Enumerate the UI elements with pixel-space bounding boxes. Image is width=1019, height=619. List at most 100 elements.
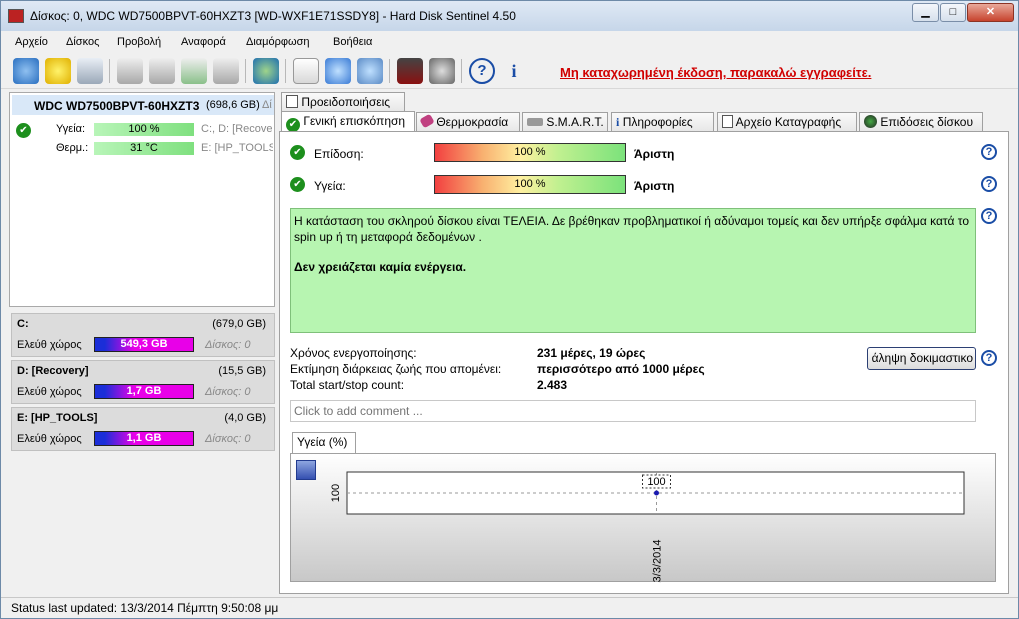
- refresh-icon[interactable]: [13, 58, 39, 84]
- free-space-bar: 549,3 GB: [94, 337, 194, 352]
- performance-bar: 100 %: [434, 143, 626, 162]
- temperature-label: Θερμ.:: [56, 142, 89, 154]
- probe-icon[interactable]: [213, 58, 239, 84]
- toolbar-separator: [285, 59, 286, 83]
- refresh-disk-icon[interactable]: [325, 58, 351, 84]
- test-button[interactable]: άληψη δοκιμαστικο: [867, 347, 976, 370]
- probe-icon[interactable]: [181, 58, 207, 84]
- temperature-bar: 31 °C: [94, 142, 194, 155]
- data-point: [654, 490, 659, 496]
- menu-help[interactable]: Βοήθεια: [333, 36, 372, 48]
- minimize-button[interactable]: ▁: [912, 3, 939, 22]
- tab-label: Υγεία (%): [297, 435, 348, 449]
- help-icon[interactable]: ?: [981, 350, 997, 366]
- toolbar: ? i Μη καταχωρημένη έκδοση, παρακαλώ εγγ…: [1, 55, 1018, 89]
- power-on-value: 231 μέρες, 19 ώρες: [537, 346, 646, 360]
- health-label: Υγεία:: [314, 179, 346, 193]
- volume-item[interactable]: D: [Recovery] (15,5 GB) Ελεύθ χώρος 1,7 …: [11, 360, 275, 404]
- health-label: Υγεία:: [56, 123, 86, 135]
- toolbar-separator: [109, 59, 110, 83]
- tab-label: Θερμοκρασία: [436, 115, 509, 129]
- tab-label: Επιδόσεις δίσκου: [880, 115, 974, 129]
- volume-item[interactable]: E: [HP_TOOLS] (4,0 GB) Ελεύθ χώρος 1,1 G…: [11, 407, 275, 451]
- volume-name: D: [Recovery]: [17, 365, 89, 377]
- speaker-icon[interactable]: [429, 58, 455, 84]
- menu-configuration[interactable]: Διαμόρφωση: [246, 36, 310, 48]
- tab-performance[interactable]: Επιδόσεις δίσκου: [859, 112, 983, 132]
- tab-label: Πληροφορίες: [622, 115, 693, 129]
- probe-icon[interactable]: [149, 58, 175, 84]
- unregistered-link[interactable]: Μη καταχωρημένη έκδοση, παρακαλώ εγγραφε…: [560, 65, 871, 80]
- monitor-icon[interactable]: [397, 58, 423, 84]
- volume-item[interactable]: C: (679,0 GB) Ελεύθ χώρος 549,3 GB Δίσκο…: [11, 313, 275, 357]
- title-bar: Δίσκος: 0, WDC WD7500BPVT-60HXZT3 [WD-WX…: [1, 1, 1018, 31]
- help-icon[interactable]: ?: [981, 208, 997, 224]
- document-icon: [722, 115, 733, 128]
- partitions-line-2: E: [HP_TOOLS: [201, 142, 273, 154]
- toolbar-separator: [245, 59, 246, 83]
- performance-rating: Άριστη: [634, 147, 675, 161]
- app-icon: [8, 9, 24, 23]
- health-rating: Άριστη: [634, 179, 675, 193]
- menu-disk[interactable]: Δίσκος: [66, 36, 99, 48]
- volume-size: (4,0 GB): [224, 412, 266, 424]
- help-icon[interactable]: ?: [469, 58, 495, 84]
- disk-icon[interactable]: [77, 58, 103, 84]
- tab-warnings[interactable]: Προειδοποιήσεις: [281, 92, 405, 112]
- health-bar: 100 %: [434, 175, 626, 194]
- network-icon[interactable]: [357, 58, 383, 84]
- document-icon[interactable]: [293, 58, 319, 84]
- status-bar: Status last updated: 13/3/2014 Πέμπτη 9:…: [1, 597, 1018, 618]
- lifetime-value: περισσότερο από 1000 μέρες: [537, 362, 705, 376]
- app-window: Δίσκος: 0, WDC WD7500BPVT-60HXZT3 [WD-WX…: [0, 0, 1019, 619]
- power-on-label: Χρόνος ενεργοποίησης:: [290, 346, 417, 360]
- status-description: Η κατάσταση του σκληρού δίσκου είναι ΤΕΛ…: [294, 214, 969, 244]
- overview-panel: ✔ Επίδοση: 100 % Άριστη ? ✔ Υγεία: 100 %…: [279, 131, 1009, 594]
- tab-label: Γενική επισκόπηση: [303, 114, 406, 128]
- health-bar: 100 %: [94, 123, 194, 136]
- toolbar-separator: [389, 59, 390, 83]
- volume-disk: Δίσκος: 0: [205, 433, 251, 445]
- globe-icon[interactable]: [253, 58, 279, 84]
- tab-health-chart[interactable]: Υγεία (%): [292, 432, 356, 454]
- disk-trailing-text: Δί: [262, 99, 272, 111]
- health-chart: 100 13/3/2014 100: [330, 471, 965, 583]
- menu-file[interactable]: Αρχείο: [15, 36, 48, 48]
- tab-label: Προειδοποιήσεις: [301, 95, 391, 109]
- free-space-label: Ελεύθ χώρος: [17, 339, 82, 351]
- probe-icon[interactable]: [117, 58, 143, 84]
- lifetime-label: Εκτίμηση διάρκειας ζωής που απομένει:: [290, 362, 502, 376]
- probe-icon: [527, 118, 543, 126]
- document-icon: [286, 95, 298, 108]
- check-icon: ✔: [290, 145, 305, 160]
- comment-input[interactable]: [290, 400, 976, 422]
- volume-size: (15,5 GB): [218, 365, 266, 377]
- tab-information[interactable]: i Πληροφορίες: [611, 112, 714, 132]
- gauge-icon: [864, 115, 877, 128]
- disk-list: WDC WD7500BPVT-60HXZT3 (698,6 GB) Δί ✔ Υ…: [9, 92, 275, 307]
- free-space-bar: 1,1 GB: [94, 431, 194, 446]
- startstop-label: Total start/stop count:: [290, 378, 405, 392]
- status-text: Status last updated: 13/3/2014 Πέμπτη 9:…: [11, 601, 279, 615]
- toolbar-separator: [461, 59, 462, 83]
- disk-item[interactable]: WDC WD7500BPVT-60HXZT3 (698,6 GB) Δί: [12, 95, 274, 115]
- status-description-box: Η κατάσταση του σκληρού δίσκου είναι ΤΕΛ…: [290, 208, 976, 333]
- menu-bar: Αρχείο Δίσκος Προβολή Αναφορά Διαμόρφωση…: [1, 33, 1018, 53]
- tab-log[interactable]: Αρχείο Καταγραφής: [717, 112, 857, 132]
- check-icon: ✔: [286, 118, 300, 132]
- tab-temperature[interactable]: Θερμοκρασία: [416, 112, 520, 132]
- help-icon[interactable]: ?: [981, 144, 997, 160]
- menu-view[interactable]: Προβολή: [117, 36, 161, 48]
- menu-report[interactable]: Αναφορά: [181, 36, 226, 48]
- maximize-button[interactable]: □: [940, 3, 966, 22]
- tab-label: Αρχείο Καταγραφής: [735, 115, 842, 129]
- help-icon[interactable]: ?: [981, 176, 997, 192]
- info-icon[interactable]: i: [501, 58, 527, 84]
- disk-size: (698,6 GB): [206, 99, 260, 111]
- tab-smart[interactable]: S.M.A.R.T.: [522, 112, 608, 132]
- close-button[interactable]: ✕: [967, 3, 1014, 22]
- thermometer-icon: [419, 113, 435, 129]
- tab-overview[interactable]: ✔ Γενική επισκόπηση: [281, 111, 415, 133]
- warning-icon[interactable]: [45, 58, 71, 84]
- performance-label: Επίδοση:: [314, 147, 364, 161]
